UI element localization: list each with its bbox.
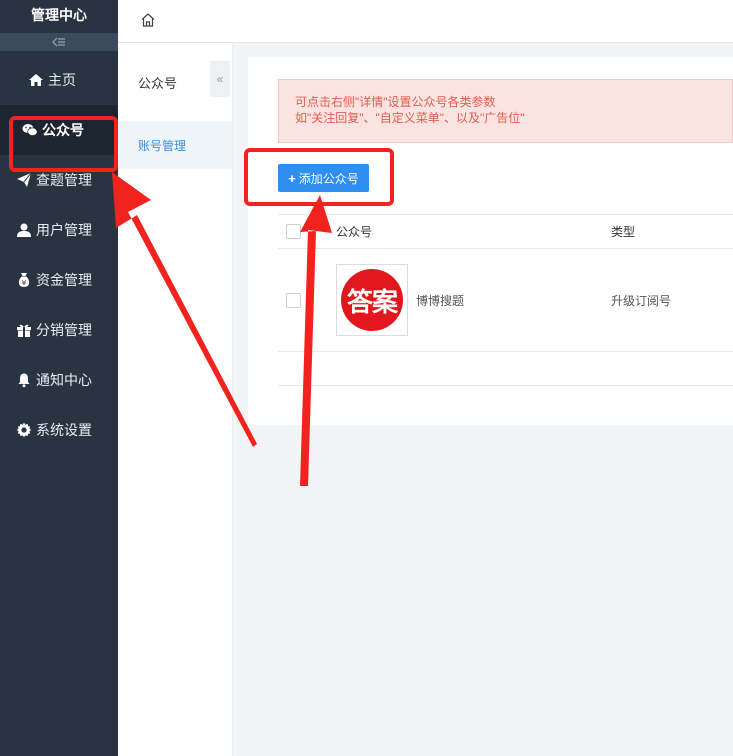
select-all-checkbox[interactable]: [286, 224, 301, 239]
account-avatar: 答案: [336, 264, 408, 336]
notice-line-1: 可点击右侧"详情"设置公众号各类参数: [295, 95, 496, 109]
gift-icon: [16, 322, 32, 338]
sidebar-item-label: 主页: [48, 72, 76, 88]
add-account-button[interactable]: + 添加公众号: [278, 164, 369, 192]
bell-icon: [16, 372, 32, 388]
sidebar-item-settings[interactable]: 系统设置: [0, 405, 118, 455]
sidebar-item-label: 公众号: [42, 122, 84, 138]
user-icon: [16, 222, 32, 238]
sidebar-item-label: 资金管理: [36, 272, 92, 288]
table-footer: [278, 352, 733, 386]
money-bag-icon: ¥: [16, 272, 32, 288]
table-header: 公众号 类型: [278, 214, 733, 249]
main-content: 可点击右侧"详情"设置公众号各类参数 如"关注回复"、"自定义菜单"、以及"广告…: [248, 57, 733, 425]
sidebar-item-wechat[interactable]: 公众号: [0, 105, 118, 155]
home-icon[interactable]: [140, 12, 156, 31]
sidebar-item-label: 通知中心: [36, 372, 92, 388]
sidebar-collapse-toggle[interactable]: [0, 33, 118, 51]
gear-icon: [16, 422, 32, 438]
sidebar-item-home[interactable]: 主页: [0, 55, 118, 105]
subnav-collapse-button[interactable]: «: [210, 61, 230, 97]
sidebar-item-notifications[interactable]: 通知中心: [0, 355, 118, 405]
header-type: 类型: [611, 225, 636, 239]
menu-collapse-icon: [52, 37, 65, 47]
wechat-icon: [22, 122, 38, 138]
header-name: 公众号: [336, 225, 373, 239]
account-name: 博博搜题: [416, 293, 465, 308]
table-row: 答案 博博搜题 升级订阅号: [278, 249, 733, 352]
account-type: 升级订阅号: [611, 293, 672, 308]
add-account-button-label: 添加公众号: [298, 171, 359, 186]
sidebar-item-distribution[interactable]: 分销管理: [0, 305, 118, 355]
sidebar-item-query[interactable]: 查题管理: [0, 155, 118, 205]
svg-text:¥: ¥: [22, 279, 27, 287]
sidebar-item-users[interactable]: 用户管理: [0, 205, 118, 255]
notice-alert: 可点击右侧"详情"设置公众号各类参数 如"关注回复"、"自定义菜单"、以及"广告…: [278, 79, 733, 143]
row-checkbox[interactable]: [286, 292, 301, 308]
row-account: 答案 博博搜题: [336, 264, 611, 336]
avatar-text: 答案: [346, 286, 398, 317]
sidebar-item-label: 系统设置: [36, 422, 92, 438]
top-bar: [118, 0, 733, 43]
accounts-table: 公众号 类型 答案 博博搜题 升级订阅号: [278, 214, 733, 386]
sidebar-item-funds[interactable]: ¥ 资金管理: [0, 255, 118, 305]
sidebar: 管理中心 主页 公众号 查题管理 用户管理 ¥ 资金管理 分销管理 通知中心 系…: [0, 0, 118, 756]
plus-icon: +: [288, 170, 296, 186]
sidebar-item-label: 用户管理: [36, 222, 92, 238]
home-icon: [28, 72, 44, 88]
sidebar-item-label: 查题管理: [36, 172, 92, 188]
send-icon: [16, 172, 32, 188]
double-chevron-left-icon: «: [216, 72, 224, 86]
sidebar-item-label: 分销管理: [36, 322, 92, 338]
subnav-item-account-management[interactable]: 账号管理: [118, 121, 232, 169]
notice-line-2: 如"关注回复"、"自定义菜单"、以及"广告位": [295, 111, 525, 125]
sidebar-menu: 主页 公众号 查题管理 用户管理 ¥ 资金管理 分销管理 通知中心 系统设置: [0, 55, 118, 455]
secondary-sidebar: 公众号 « 账号管理: [118, 43, 233, 756]
sidebar-brand: 管理中心: [31, 7, 87, 23]
